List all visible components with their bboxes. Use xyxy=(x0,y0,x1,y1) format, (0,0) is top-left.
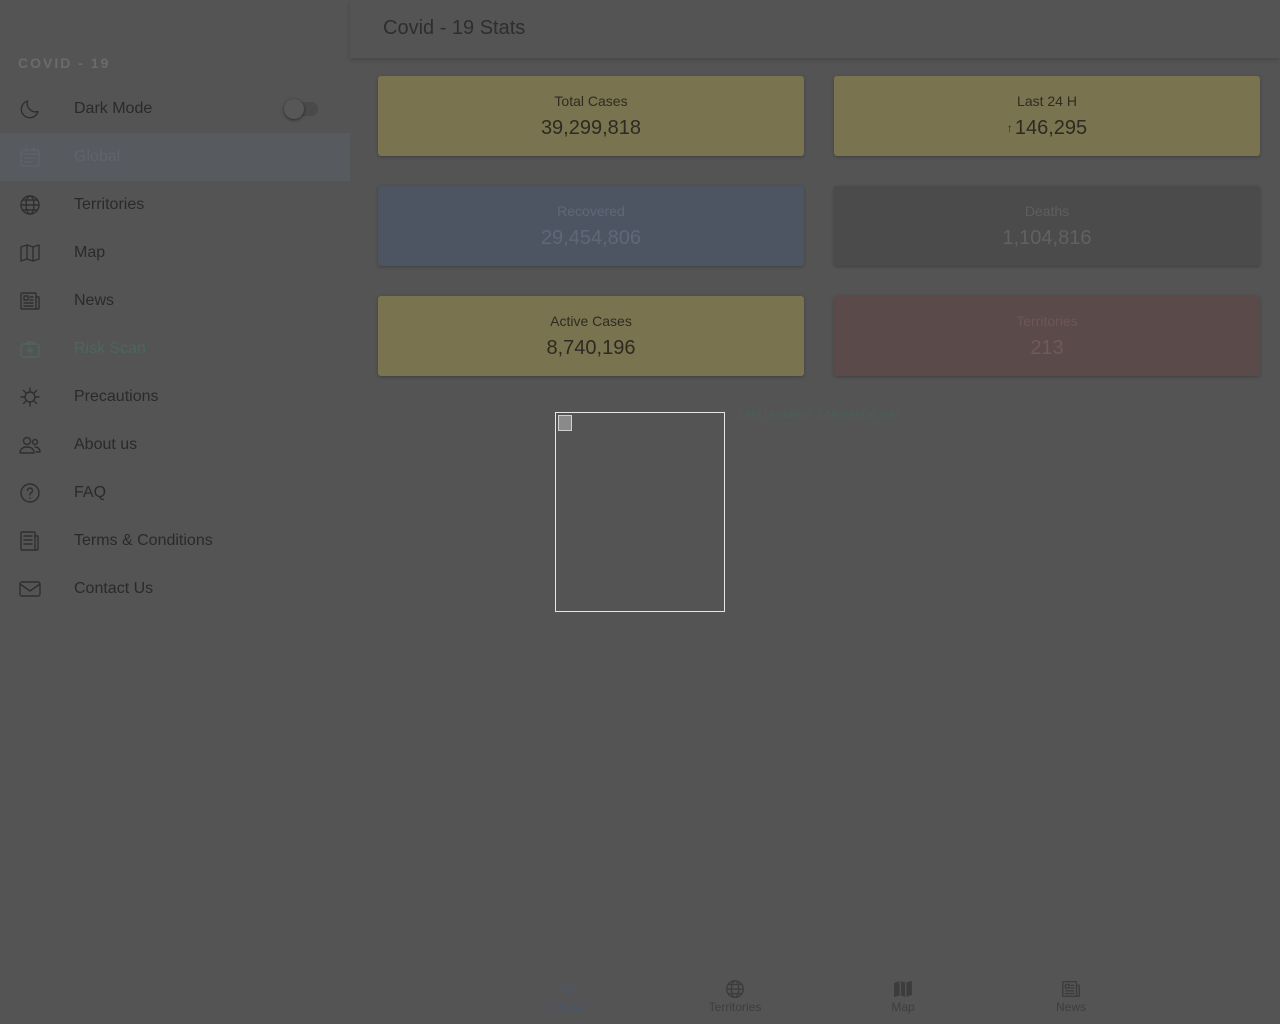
mail-icon xyxy=(18,577,42,601)
total-cases-label: Total Cases xyxy=(554,93,628,109)
menu-item-label: Global xyxy=(74,148,121,165)
tab-territories[interactable]: Territories xyxy=(675,974,795,1014)
map-icon xyxy=(892,978,914,1000)
top-header: Covid - 19 Stats xyxy=(350,0,1280,58)
recovered-card[interactable]: Recovered 29,454,806 xyxy=(378,186,804,266)
last-24h-label: Last 24 H xyxy=(1017,93,1077,109)
help-icon xyxy=(18,481,42,505)
menu-item-about-us[interactable]: About us xyxy=(0,421,350,469)
menu-list: Dark Mode Global Territories Map News Ri… xyxy=(0,85,350,613)
tab-news[interactable]: News xyxy=(1011,974,1131,1014)
moon-icon xyxy=(18,97,42,121)
tab-label: News xyxy=(1055,1000,1086,1014)
broken-image xyxy=(555,412,725,612)
menu-item-news[interactable]: News xyxy=(0,277,350,325)
total-cases-value: 39,299,818 xyxy=(540,117,642,139)
document-icon xyxy=(18,529,42,553)
tab-label: Map xyxy=(891,1000,915,1014)
tab-label: Global xyxy=(549,1000,585,1014)
menu-item-risk-scan[interactable]: Risk Scan xyxy=(0,325,350,373)
last-updated-text: Last Updated: 3 Minute(s) ago xyxy=(738,407,900,421)
recovered-label: Recovered xyxy=(557,203,625,219)
people-icon xyxy=(18,433,42,457)
map-icon xyxy=(18,241,42,265)
medkit-icon xyxy=(18,337,42,361)
deaths-value: 1,104,816 xyxy=(1002,227,1092,249)
active-cases-value: 8,740,196 xyxy=(546,337,636,359)
last-24h-value: 146,295 xyxy=(1014,117,1088,139)
toggle-knob xyxy=(284,99,304,119)
territories-card[interactable]: Territories 213 xyxy=(834,296,1260,376)
menu-item-label: Map xyxy=(74,244,106,261)
menu-item-label: Terms & Conditions xyxy=(74,532,213,549)
last-24h-value-row: ↑ 146,295 xyxy=(834,117,1260,140)
menu-item-territories[interactable]: Territories xyxy=(0,181,350,229)
deaths-card[interactable]: Deaths 1,104,816 xyxy=(834,186,1260,266)
side-menu: COVID - 19 Dark Mode Global Territories xyxy=(0,0,350,1024)
broken-image-icon xyxy=(558,415,572,431)
calendar-icon xyxy=(18,145,42,169)
last-24h-card[interactable]: Last 24 H ↑ 146,295 xyxy=(834,76,1260,156)
menu-item-map[interactable]: Map xyxy=(0,229,350,277)
newspaper-icon xyxy=(1060,978,1082,1000)
territories-value: 213 xyxy=(1030,337,1064,359)
total-cases-card[interactable]: Total Cases 39,299,818 xyxy=(378,76,804,156)
menu-item-global[interactable]: Global xyxy=(0,133,350,181)
bottom-tab-bar: Global Territories Map News xyxy=(480,974,1160,1024)
virus-icon xyxy=(18,385,42,409)
dark-mode-toggle[interactable] xyxy=(284,99,318,119)
menu-item-label: Precautions xyxy=(74,388,159,405)
page-title: Covid - 19 Stats xyxy=(383,17,526,39)
newspaper-icon xyxy=(18,289,42,313)
menu-item-label: Dark Mode xyxy=(74,100,153,117)
menu-brand: COVID - 19 xyxy=(18,55,111,71)
tab-global[interactable]: Global xyxy=(507,974,627,1014)
menu-item-label: Risk Scan xyxy=(74,340,147,357)
pulse-icon xyxy=(556,978,578,1000)
globe-icon xyxy=(724,978,746,1000)
active-cases-label: Active Cases xyxy=(550,313,632,329)
territories-label: Territories xyxy=(1016,313,1078,329)
deaths-label: Deaths xyxy=(1024,203,1070,219)
menu-item-contact-us[interactable]: Contact Us xyxy=(0,565,350,613)
menu-item-label: Territories xyxy=(74,196,145,213)
tab-map[interactable]: Map xyxy=(843,974,963,1014)
menu-item-dark-mode[interactable]: Dark Mode xyxy=(0,85,350,133)
tab-label: Territories xyxy=(708,1000,762,1014)
menu-item-precautions[interactable]: Precautions xyxy=(0,373,350,421)
menu-item-label: FAQ xyxy=(74,484,107,501)
arrow-up-icon: ↑ xyxy=(1006,121,1013,135)
active-cases-card[interactable]: Active Cases 8,740,196 xyxy=(378,296,804,376)
menu-item-label: Contact Us xyxy=(74,580,154,597)
menu-item-terms[interactable]: Terms & Conditions xyxy=(0,517,350,565)
recovered-value: 29,454,806 xyxy=(540,227,642,249)
menu-item-faq[interactable]: FAQ xyxy=(0,469,350,517)
menu-item-label: About us xyxy=(74,436,138,453)
globe-icon xyxy=(18,193,42,217)
menu-item-label: News xyxy=(74,292,115,309)
